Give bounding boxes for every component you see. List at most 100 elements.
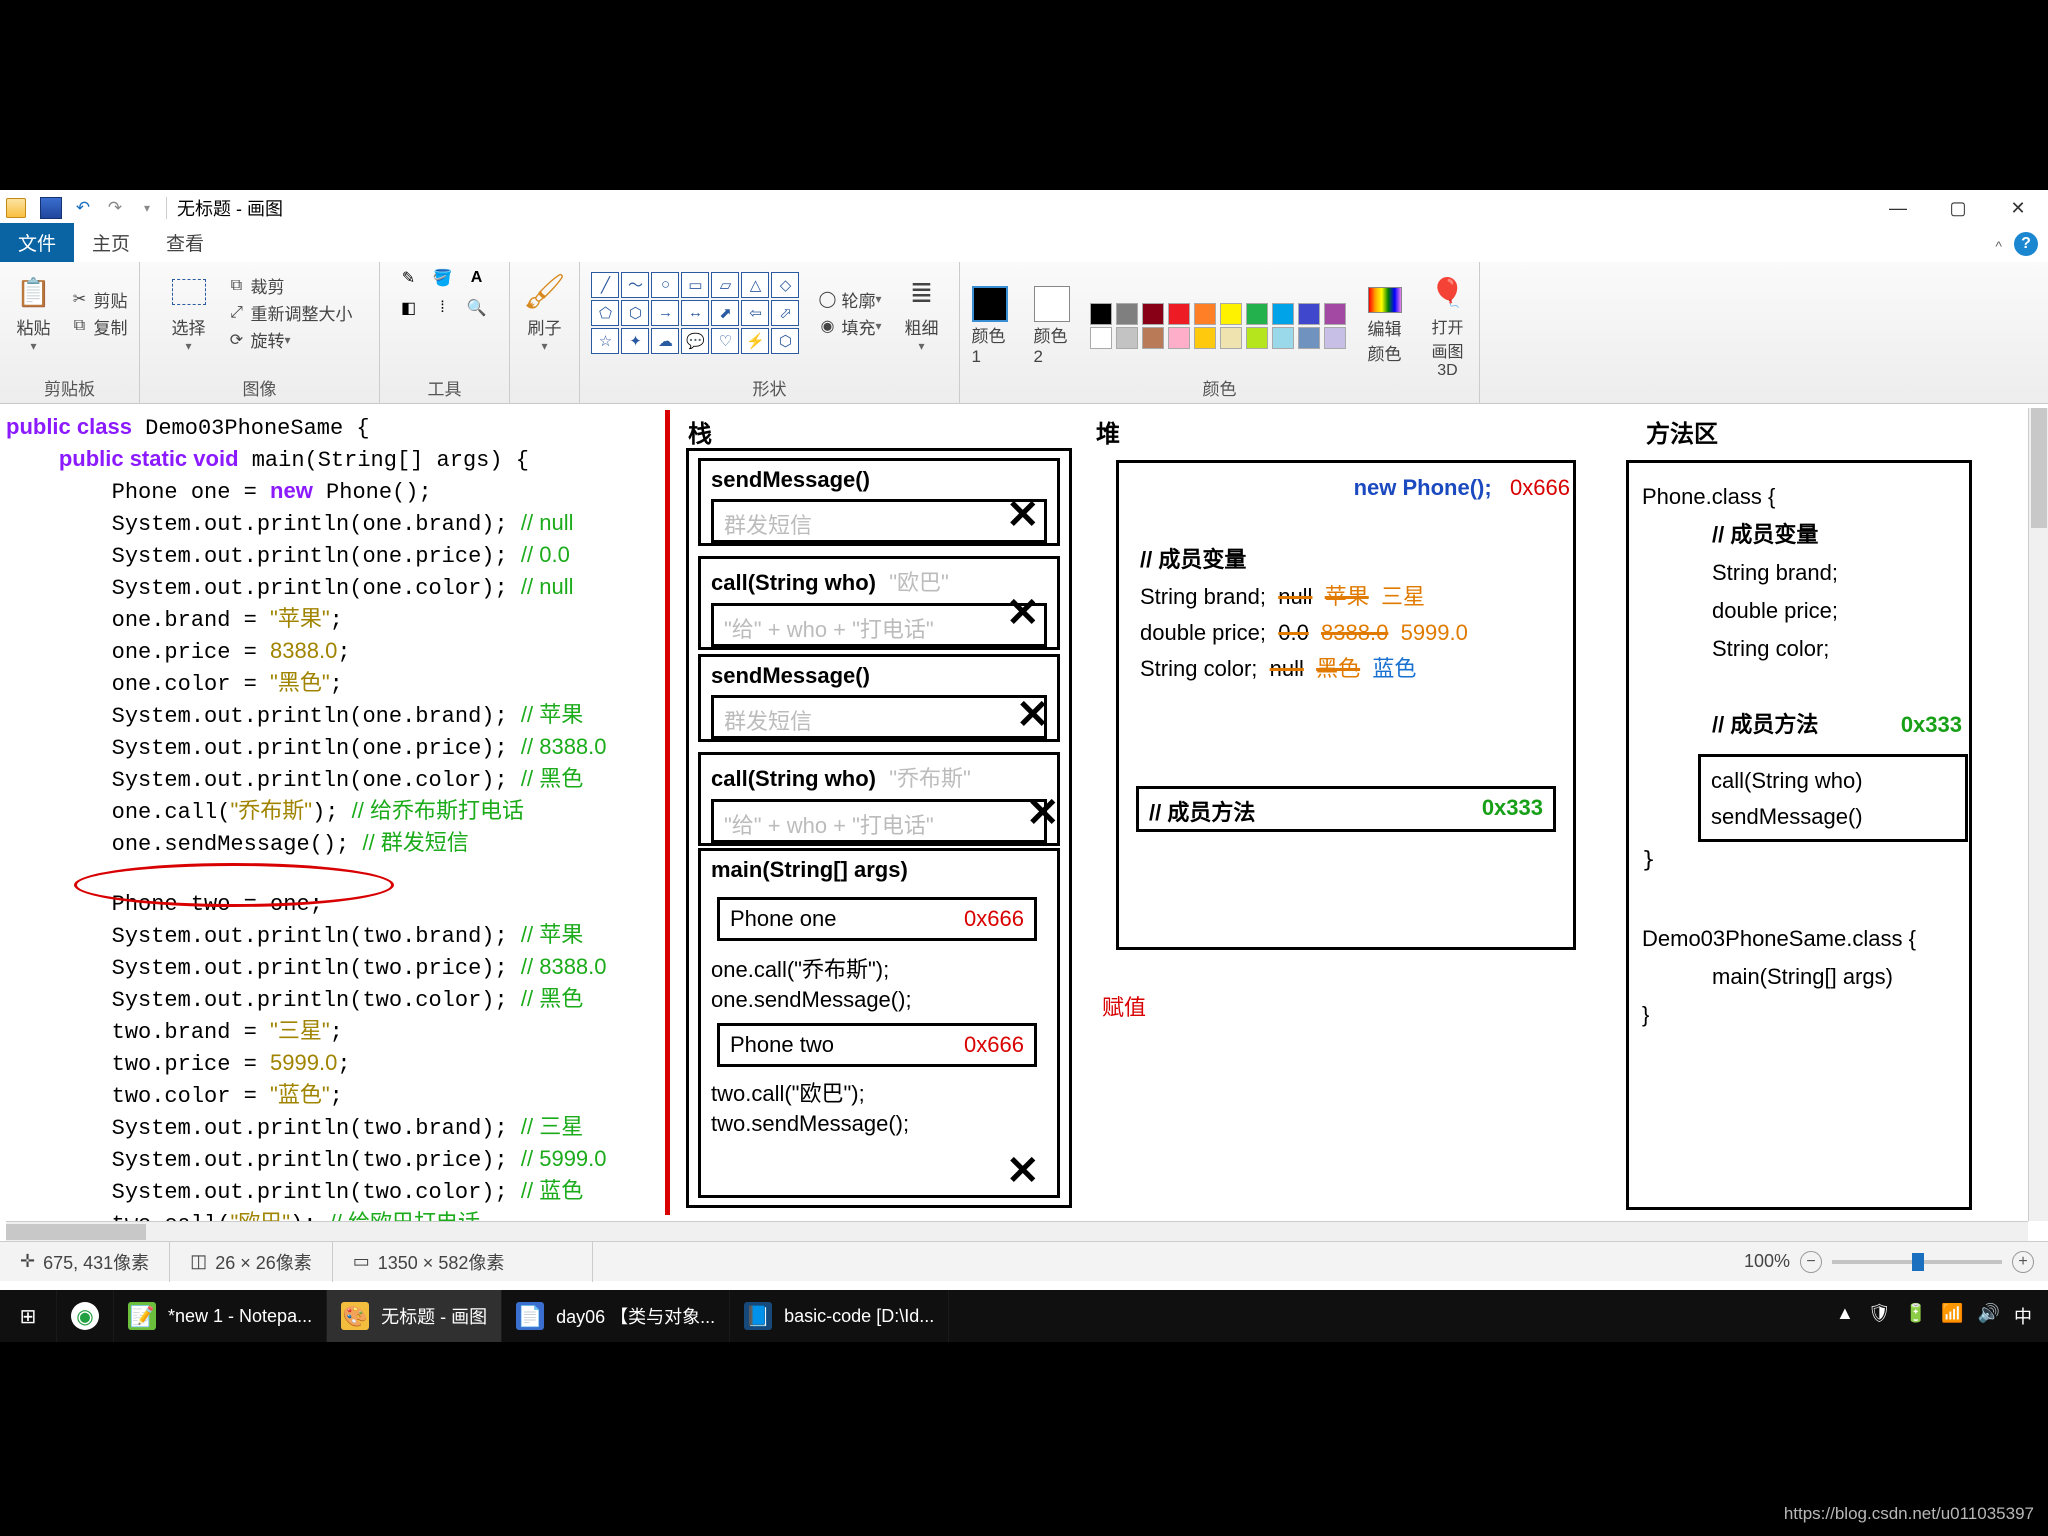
collapse-ribbon[interactable]: ^ xyxy=(1995,238,2002,254)
color1-swatch xyxy=(972,286,1008,322)
help-icon[interactable]: ? xyxy=(2014,232,2038,256)
pencil-icon[interactable]: ✎ xyxy=(399,268,419,288)
group-colors: 颜色 1 颜色 2 编辑颜色 🎈 打开画图 3D xyxy=(960,262,1480,404)
tab-file[interactable]: 文件 xyxy=(0,223,74,262)
horizontal-scrollbar[interactable] xyxy=(6,1221,2028,1241)
maximize-button[interactable]: ▢ xyxy=(1928,190,1988,226)
thickness-button[interactable]: ≣ 粗细 xyxy=(896,268,948,357)
color1-button[interactable]: 颜色 1 xyxy=(966,282,1014,371)
redo-button[interactable]: ↷ xyxy=(104,197,126,219)
paint-window: ↶ ↷ ▾ 无标题 - 画图 — ▢ ✕ 文件 主页 查看 ^ ? xyxy=(0,190,2048,1290)
paint3d-icon: 🎈 xyxy=(1428,272,1468,312)
x-mark: ✕ xyxy=(1026,790,1060,836)
palette-color[interactable] xyxy=(1272,327,1294,349)
zoom-in-button[interactable]: + xyxy=(2012,1251,2034,1273)
copy-button[interactable]: ⧉复制 xyxy=(66,313,132,340)
method-area-methods: call(String who) sendMessage() xyxy=(1698,754,1968,842)
tab-view[interactable]: 查看 xyxy=(148,223,222,262)
tray-sound-icon[interactable]: 🔊 xyxy=(1978,1303,2000,1329)
palette-color[interactable] xyxy=(1194,303,1216,325)
palette-color[interactable] xyxy=(1246,327,1268,349)
taskbar-paint[interactable]: 🎨无标题 - 画图 xyxy=(327,1290,502,1342)
palette-color[interactable] xyxy=(1142,303,1164,325)
tab-home[interactable]: 主页 xyxy=(74,223,148,262)
resize-button[interactable]: ⤢重新调整大小 xyxy=(223,299,357,326)
canvas-area[interactable]: public class Demo03PhoneSame { public st… xyxy=(6,408,2028,1221)
watermark: https://blog.csdn.net/u011035397 xyxy=(1784,1504,2034,1524)
select-icon xyxy=(169,272,209,312)
cut-button[interactable]: ✂剪贴 xyxy=(66,286,132,313)
x-mark: ✕ xyxy=(1006,1148,1040,1194)
palette-color[interactable] xyxy=(1168,303,1190,325)
brush-icon: 🖌 xyxy=(525,272,565,312)
select-button[interactable]: 选择 xyxy=(163,268,215,357)
zoom-control: 100% − + xyxy=(1730,1251,2048,1273)
open-3d-button[interactable]: 🎈 打开画图 3D xyxy=(1422,268,1474,384)
hscroll-thumb[interactable] xyxy=(6,1224,146,1240)
palette-color[interactable] xyxy=(1090,303,1112,325)
palette-color[interactable] xyxy=(1246,303,1268,325)
group-shapes: ╱〜○▭▱△◇ ⬠⬡→↔⬈⇦⬀ ☆✦☁💬♡⚡⬡ ◯轮廓 ◉填充 ≣ 粗细 形状 xyxy=(580,262,960,404)
start-button[interactable]: ⊞ xyxy=(0,1290,57,1342)
palette-color[interactable] xyxy=(1116,303,1138,325)
palette-color[interactable] xyxy=(1194,327,1216,349)
palette-color[interactable] xyxy=(1272,303,1294,325)
tray-ime[interactable]: 中 xyxy=(2014,1303,2032,1329)
brush-button[interactable]: 🖌 刷子 xyxy=(519,268,571,357)
taskbar-day06[interactable]: 📄day06 【类与对象... xyxy=(502,1290,730,1342)
window-controls: — ▢ ✕ xyxy=(1868,190,2048,226)
zoom-slider[interactable] xyxy=(1832,1260,2002,1264)
palette-color[interactable] xyxy=(1298,327,1320,349)
palette-color[interactable] xyxy=(1324,303,1346,325)
eraser-icon[interactable]: ◧ xyxy=(399,298,419,318)
vertical-scrollbar[interactable] xyxy=(2028,408,2048,1221)
method-area-content: Phone.class { // 成员变量 String brand; doub… xyxy=(1642,478,1962,744)
window-title: 无标题 - 画图 xyxy=(167,195,293,221)
color2-button[interactable]: 颜色 2 xyxy=(1028,282,1076,371)
magnify-icon[interactable]: 🔍 xyxy=(467,298,487,318)
palette-color[interactable] xyxy=(1220,327,1242,349)
minimize-button[interactable]: — xyxy=(1868,190,1928,226)
palette-color[interactable] xyxy=(1298,303,1320,325)
taskbar-chrome[interactable]: ◉ xyxy=(57,1290,114,1342)
palette-color[interactable] xyxy=(1116,327,1138,349)
picker-icon[interactable]: ⁞ xyxy=(433,298,453,318)
crop-button[interactable]: ⧉裁剪 xyxy=(223,272,357,299)
shape-gallery[interactable]: ╱〜○▭▱△◇ ⬠⬡→↔⬈⇦⬀ ☆✦☁💬♡⚡⬡ xyxy=(591,272,799,354)
tray-shield-icon[interactable]: 🛡 xyxy=(1868,1303,1891,1329)
vscroll-thumb[interactable] xyxy=(2031,408,2047,528)
undo-button[interactable]: ↶ xyxy=(72,197,94,219)
system-tray[interactable]: ▲ 🛡 🔋 📶 🔊 中 xyxy=(1820,1303,2048,1329)
palette-color[interactable] xyxy=(1090,327,1112,349)
text-icon[interactable]: A xyxy=(467,268,487,288)
tray-battery-icon[interactable]: 🔋 xyxy=(1905,1303,1927,1329)
scissors-icon: ✂ xyxy=(70,289,90,309)
outline-button[interactable]: ◯轮廓 xyxy=(813,286,885,313)
zoom-out-button[interactable]: − xyxy=(1800,1251,1822,1273)
save-button[interactable] xyxy=(40,197,62,219)
close-button[interactable]: ✕ xyxy=(1988,190,2048,226)
palette-color[interactable] xyxy=(1220,303,1242,325)
rotate-button[interactable]: ⟳旋转 xyxy=(223,326,357,353)
spectrum-icon xyxy=(1368,287,1402,313)
qat-customize[interactable]: ▾ xyxy=(136,197,158,219)
group-tools: ✎ 🪣 A ◧ ⁞ 🔍 工具 xyxy=(380,262,510,404)
heap-label: 堆 xyxy=(1096,414,1120,449)
thickness-icon: ≣ xyxy=(902,272,942,312)
taskbar-basic-code[interactable]: 📘basic-code [D:\Id... xyxy=(730,1290,949,1342)
paste-button[interactable]: 📋 粘贴 xyxy=(8,268,60,357)
color-palette[interactable] xyxy=(1090,303,1348,349)
ribbon-tabs: 文件 主页 查看 xyxy=(0,226,2048,262)
palette-color[interactable] xyxy=(1324,327,1346,349)
fill-icon[interactable]: 🪣 xyxy=(433,268,453,288)
edit-colors-button[interactable]: 编辑颜色 xyxy=(1362,283,1408,369)
taskbar-notepad[interactable]: 📝*new 1 - Notepa... xyxy=(114,1290,327,1342)
fill-button[interactable]: ◉填充 xyxy=(813,313,885,340)
palette-color[interactable] xyxy=(1168,327,1190,349)
tray-network-icon[interactable]: 📶 xyxy=(1941,1303,1963,1329)
titlebar: ↶ ↷ ▾ 无标题 - 画图 — ▢ ✕ xyxy=(0,190,2048,226)
tray-up-icon[interactable]: ▲ xyxy=(1836,1303,1854,1329)
zoom-thumb[interactable] xyxy=(1912,1253,1924,1271)
palette-color[interactable] xyxy=(1142,327,1164,349)
red-splitter xyxy=(665,410,670,1215)
